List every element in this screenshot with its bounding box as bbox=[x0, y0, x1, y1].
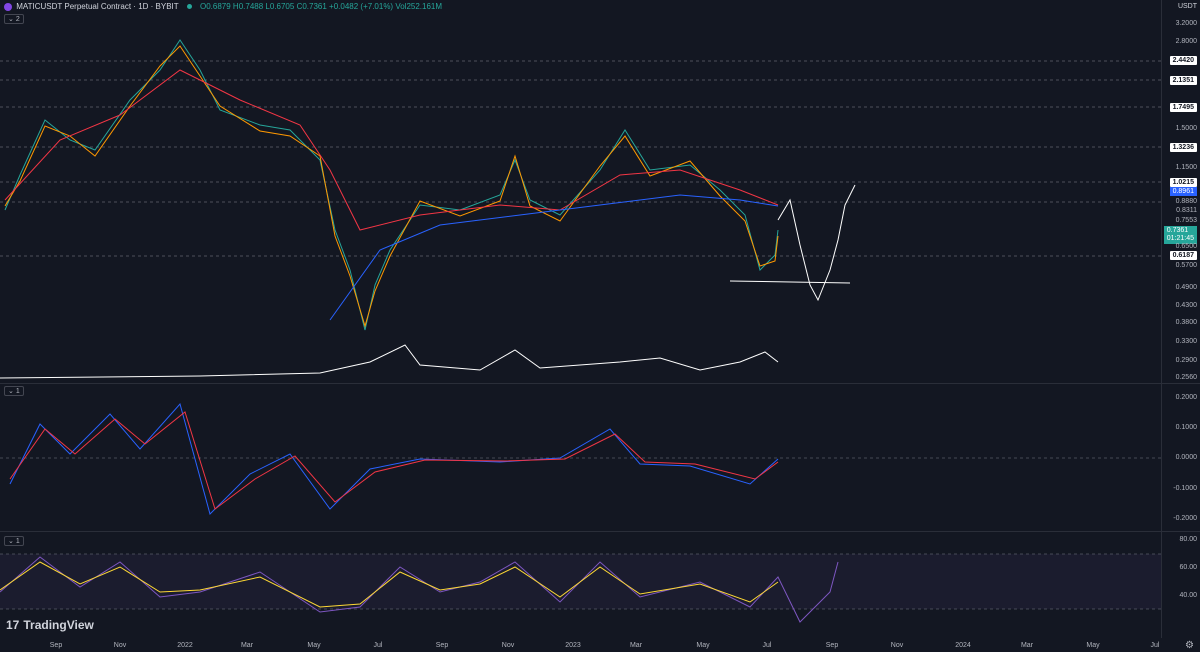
last-price-label: 0.7361 01:21:45 bbox=[1163, 226, 1197, 244]
ohlc-open: O0.6879 bbox=[199, 2, 231, 11]
ohlc-low: L0.6705 bbox=[265, 2, 295, 11]
time-tick: Jul bbox=[1150, 642, 1160, 649]
time-tick: Nov bbox=[501, 642, 515, 649]
horizontal-level-label: 1.7495 bbox=[1169, 103, 1197, 112]
rsi-tick: 40.00 bbox=[1179, 592, 1197, 599]
horizontal-level-label: 2.4420 bbox=[1169, 56, 1197, 65]
ohlc-volume: Vol252.161M bbox=[395, 2, 443, 11]
price-chart[interactable] bbox=[0, 0, 1161, 383]
gear-icon[interactable]: ⚙ bbox=[1185, 640, 1194, 651]
currency-button[interactable]: USDT bbox=[1178, 3, 1197, 10]
time-tick: Nov bbox=[113, 642, 127, 649]
price-tick: 0.2900 bbox=[1175, 357, 1197, 364]
tradingview-logo-icon: 17 bbox=[6, 618, 20, 632]
price-tick: 0.8880 bbox=[1175, 198, 1197, 205]
chart-header: MATICUSDT Perpetual Contract · 1D · BYBI… bbox=[4, 2, 442, 11]
price-tick: 0.5700 bbox=[1175, 262, 1197, 269]
price-tick: 2.8000 bbox=[1175, 38, 1197, 45]
time-tick: Mar bbox=[629, 642, 643, 649]
price-tick: 0.4900 bbox=[1175, 284, 1197, 291]
collapse-indicators-button[interactable]: ⌄ 1 bbox=[4, 386, 24, 396]
macd-signal-line bbox=[9, 411, 779, 510]
ohlc-change: +0.0482 (+7.01%) bbox=[329, 2, 394, 11]
collapse-indicators-button[interactable]: ⌄ 2 bbox=[4, 14, 24, 24]
price-tick: 3.2000 bbox=[1175, 20, 1197, 27]
price-tick: 0.4300 bbox=[1175, 302, 1197, 309]
ma-line-slow bbox=[4, 69, 779, 231]
rsi-tick: 80.00 bbox=[1179, 536, 1197, 543]
price-tick: 0.6500 bbox=[1175, 243, 1197, 250]
price-line bbox=[4, 39, 779, 331]
rsi-tick: 60.00 bbox=[1179, 564, 1197, 571]
price-tick: 0.3300 bbox=[1175, 338, 1197, 345]
support-trend-line bbox=[729, 280, 851, 284]
symbol-title[interactable]: MATICUSDT Perpetual Contract · 1D · BYBI… bbox=[16, 2, 178, 11]
macd-tick: 0.0000 bbox=[1175, 454, 1197, 461]
ma-line-fast bbox=[4, 45, 779, 328]
time-tick: Mar bbox=[240, 642, 254, 649]
bar-countdown: 01:21:45 bbox=[1166, 235, 1194, 242]
time-tick: 2023 bbox=[565, 642, 581, 649]
macd-pane[interactable]: ⌄ 1 bbox=[0, 384, 1161, 531]
ma-value-label: 0.8961 bbox=[1169, 187, 1197, 196]
macd-tick: -0.1000 bbox=[1173, 485, 1197, 492]
macd-tick: -0.2000 bbox=[1173, 515, 1197, 522]
rsi-pane[interactable]: ⌄ 1 bbox=[0, 532, 1161, 638]
price-pane[interactable]: MATICUSDT Perpetual Contract · 1D · BYBI… bbox=[0, 0, 1161, 383]
horizontal-level-label: 2.1351 bbox=[1169, 76, 1197, 85]
price-tick: 0.8311 bbox=[1176, 207, 1197, 214]
price-tick: 1.5000 bbox=[1175, 125, 1197, 132]
last-price-value: 0.7361 bbox=[1166, 227, 1189, 234]
volume-ma-line bbox=[0, 344, 779, 379]
macd-chart[interactable] bbox=[0, 384, 1161, 531]
price-tick: 0.2560 bbox=[1175, 374, 1197, 381]
time-tick: Jul bbox=[762, 642, 772, 649]
time-tick: Jul bbox=[373, 642, 383, 649]
time-tick: Sep bbox=[435, 642, 449, 649]
tradingview-logo[interactable]: 17 TradingView bbox=[6, 618, 94, 632]
time-tick: 2022 bbox=[177, 642, 193, 649]
collapse-indicators-button[interactable]: ⌄ 1 bbox=[4, 536, 24, 546]
price-tick: 1.1500 bbox=[1175, 164, 1197, 171]
ohlc-high: H0.7488 bbox=[232, 2, 264, 11]
macd-tick: 0.2000 bbox=[1175, 394, 1197, 401]
time-tick: 2024 bbox=[955, 642, 971, 649]
time-tick: May bbox=[696, 642, 710, 649]
time-tick: May bbox=[307, 642, 321, 649]
time-axis[interactable]: Sep Nov 2022 Mar May Jul Sep Nov 2023 Ma… bbox=[0, 638, 1200, 652]
macd-tick: 0.1000 bbox=[1175, 424, 1197, 431]
horizontal-level-label: 0.6187 bbox=[1169, 251, 1197, 260]
price-tick: 0.7553 bbox=[1175, 217, 1197, 224]
price-axis[interactable]: USDT 3.2000 2.8000 2.4420 2.1351 1.7495 … bbox=[1161, 0, 1200, 383]
rsi-axis[interactable]: 80.00 60.00 40.00 bbox=[1161, 532, 1200, 638]
horizontal-level-label: 1.3236 bbox=[1169, 143, 1197, 152]
time-tick: Sep bbox=[825, 642, 839, 649]
macd-line bbox=[9, 402, 779, 515]
ohlc-close: C0.7361 bbox=[296, 2, 327, 11]
market-status-icon bbox=[186, 4, 192, 10]
time-tick: Sep bbox=[49, 642, 63, 649]
time-tick: May bbox=[1086, 642, 1100, 649]
horizontal-level-label: 1.0215 bbox=[1169, 178, 1197, 187]
ma-line-long bbox=[329, 194, 779, 321]
rsi-chart[interactable] bbox=[0, 532, 1161, 638]
price-tick: 0.3800 bbox=[1175, 319, 1197, 326]
time-tick: Mar bbox=[1020, 642, 1034, 649]
macd-axis[interactable]: 0.2000 0.1000 0.0000 -0.1000 -0.2000 bbox=[1161, 384, 1200, 531]
time-tick: Nov bbox=[890, 642, 904, 649]
matic-logo-icon bbox=[4, 2, 12, 11]
